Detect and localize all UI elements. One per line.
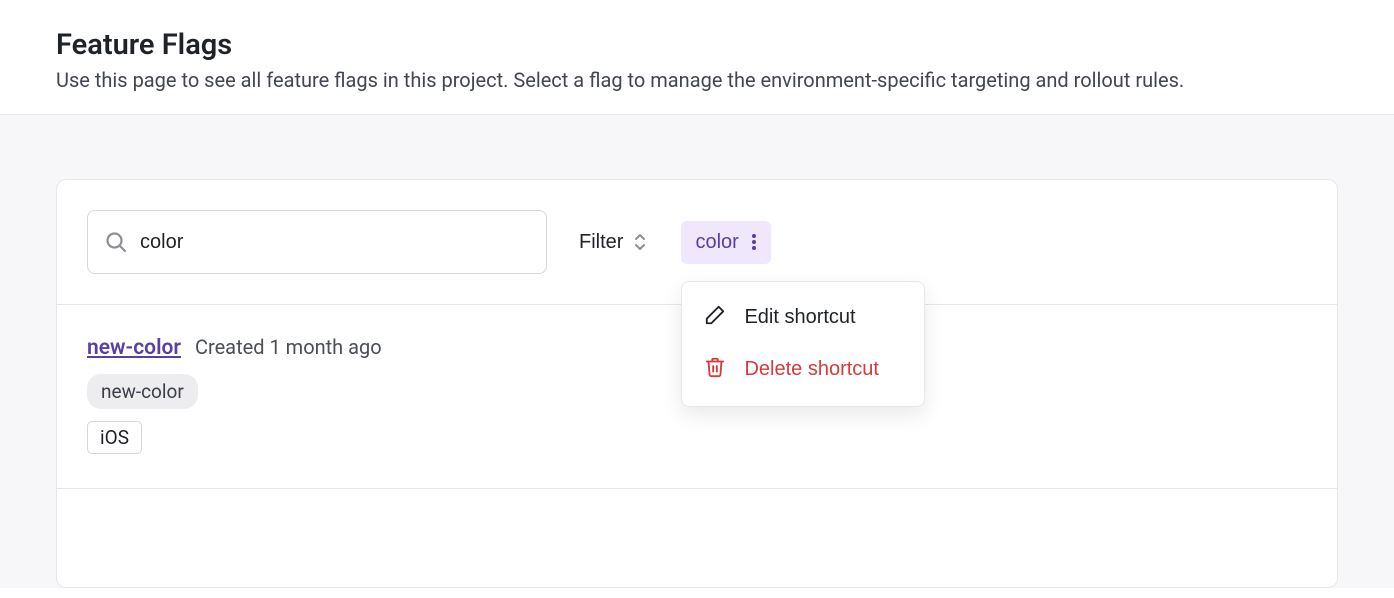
page-subtitle: Use this page to see all feature flags i… [56, 68, 1338, 92]
flags-card: Filter color [56, 179, 1338, 588]
search-input[interactable] [140, 231, 530, 254]
page-title: Feature Flags [56, 28, 1338, 62]
card-footer [57, 489, 1337, 587]
flag-created-meta: Created 1 month ago [195, 335, 382, 359]
page-header: Feature Flags Use this page to see all f… [0, 0, 1394, 115]
trash-icon [704, 356, 726, 384]
more-vertical-icon [751, 232, 757, 252]
chip-dropdown: Edit shortcut Delete shor [681, 281, 925, 407]
toolbar: Filter color [57, 180, 1337, 305]
filter-chip-label: color [695, 231, 738, 254]
pencil-icon [704, 304, 726, 332]
edit-shortcut-label: Edit shortcut [744, 306, 855, 329]
delete-shortcut-button[interactable]: Delete shortcut [682, 344, 924, 396]
flag-tag-box: iOS [87, 421, 142, 454]
chevron-sort-icon [631, 232, 649, 252]
flag-tag-pill: new-color [87, 374, 198, 409]
flag-link-new-color[interactable]: new-color [87, 336, 181, 360]
filter-button[interactable]: Filter [575, 225, 653, 260]
delete-shortcut-label: Delete shortcut [744, 358, 879, 381]
filter-chip-wrap: color [681, 221, 770, 264]
content-area: Filter color [0, 115, 1394, 588]
filter-label: Filter [579, 231, 623, 254]
search-icon [104, 230, 128, 254]
flag-tags-row-box: iOS [87, 421, 1307, 454]
search-field[interactable] [87, 210, 547, 274]
filter-chip-color[interactable]: color [681, 221, 770, 264]
edit-shortcut-button[interactable]: Edit shortcut [682, 292, 924, 344]
